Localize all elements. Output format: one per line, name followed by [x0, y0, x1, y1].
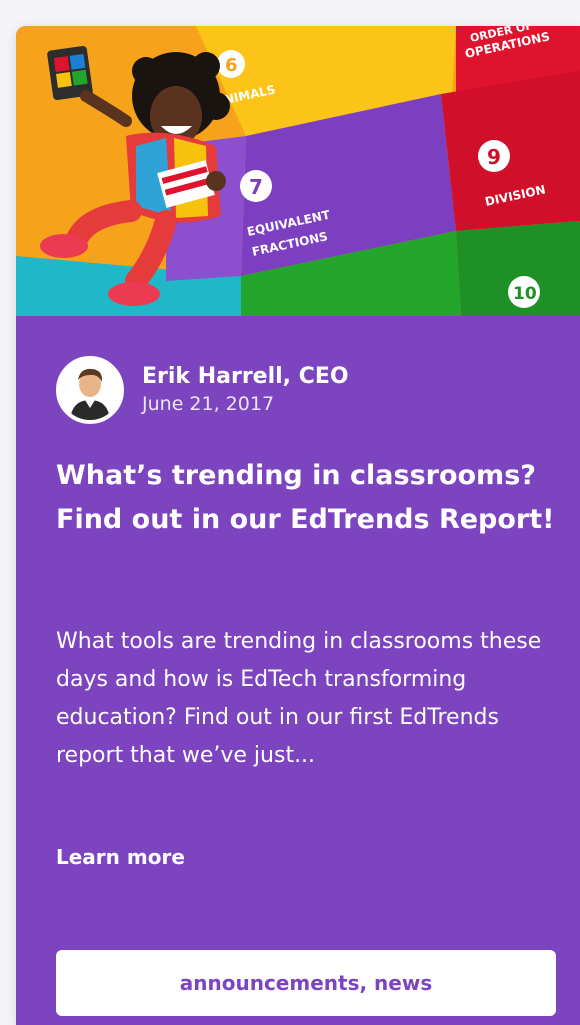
author-name: Erik Harrell, CEO: [142, 364, 349, 389]
tile-division-number: 9: [487, 145, 501, 169]
person-avatar-icon: [60, 360, 120, 420]
post-title[interactable]: What’s trending in classrooms? Find out …: [56, 454, 556, 542]
tile-animals-number: 6: [225, 55, 238, 76]
tags-button[interactable]: announcements, news: [56, 950, 556, 1016]
post-date: June 21, 2017: [142, 393, 275, 415]
tile-10-number: 10: [513, 284, 537, 304]
hero-illustration: ORDER OF OPERATIONS 6 ANIMALS 7 EQUIVALE…: [16, 26, 580, 316]
post-card[interactable]: ORDER OF OPERATIONS 6 ANIMALS 7 EQUIVALE…: [16, 26, 580, 1025]
author-block: Erik Harrell, CEO June 21, 2017: [56, 356, 349, 424]
learn-more-link[interactable]: Learn more: [56, 843, 185, 871]
post-excerpt: What tools are trending in classrooms th…: [56, 629, 542, 768]
author-avatar: [56, 356, 124, 424]
tile-fractions-number: 7: [249, 175, 263, 199]
hero-image[interactable]: ORDER OF OPERATIONS 6 ANIMALS 7 EQUIVALE…: [16, 26, 580, 316]
